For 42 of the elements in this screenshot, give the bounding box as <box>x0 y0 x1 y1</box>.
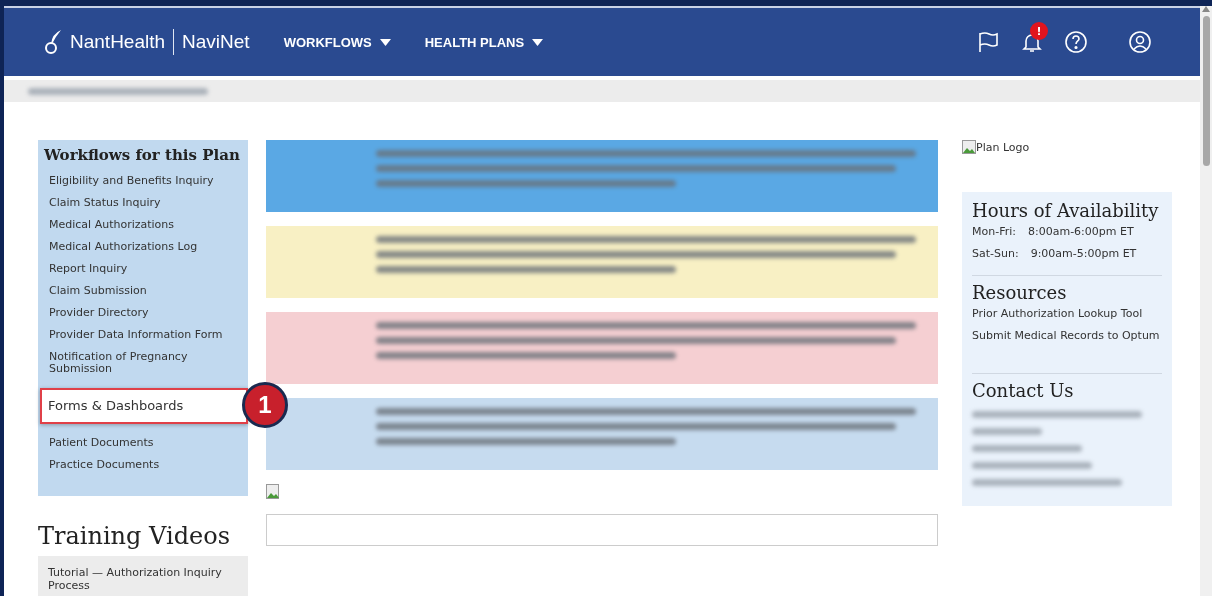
days-label: Sat-Sun: <box>972 246 1019 262</box>
broken-image-icon <box>962 140 976 154</box>
step-number-badge: 1 <box>242 382 288 428</box>
workflow-link[interactable]: Medical Authorizations <box>38 214 248 236</box>
product-name: NaviNet <box>182 31 250 53</box>
workflow-link[interactable]: Notification of Pregnancy Submission <box>38 346 248 380</box>
brand-name: NantHealth <box>70 31 166 53</box>
broken-image-icon <box>266 484 280 500</box>
panel-title: Workflows for this Plan <box>43 146 241 164</box>
help-icon[interactable] <box>1064 30 1088 54</box>
hours-value: 9:00am-5:00pm ET <box>1030 246 1137 262</box>
workflow-link[interactable]: Forms & Dashboards <box>40 388 248 424</box>
workflow-link[interactable]: Provider Directory <box>38 302 248 324</box>
workflow-link[interactable]: Eligibility and Benefits Inquiry <box>38 170 248 192</box>
resource-link[interactable]: Prior Authorization Lookup Tool <box>972 303 1162 325</box>
resource-link[interactable]: Submit Medical Records to Optum <box>972 325 1162 347</box>
user-icon[interactable] <box>1128 30 1152 54</box>
workflow-link[interactable]: Patient Documents <box>38 432 248 454</box>
quill-logo-icon <box>44 28 62 56</box>
flag-icon[interactable] <box>976 30 1000 54</box>
caret-icon <box>379 38 391 46</box>
scrollbar[interactable] <box>1200 6 1212 596</box>
video-link[interactable]: Tutorial — Authorization Inquiry Process <box>38 556 248 596</box>
section-title: Hours of Availability <box>972 200 1160 221</box>
section-title: Training Videos <box>38 522 231 550</box>
scroll-up-arrow-icon[interactable] <box>1202 6 1210 12</box>
image-alt-text: Plan Logo <box>976 140 1030 154</box>
workflow-link[interactable]: Medical Authorizations Log <box>38 236 248 258</box>
nav-menu[interactable]: HEALTH PLANS <box>424 34 544 50</box>
workflow-link[interactable]: Report Inquiry <box>38 258 248 280</box>
workflow-link[interactable]: Claim Status Inquiry <box>38 192 248 214</box>
section-title: Resources <box>972 282 1068 303</box>
section-title: Contact Us <box>972 380 1075 401</box>
caret-icon <box>532 38 544 46</box>
workflow-link[interactable]: Claim Submission <box>38 280 248 302</box>
notification-badge: ! <box>1030 22 1048 40</box>
workflow-link[interactable]: Provider Data Information Form <box>38 324 248 346</box>
nav-menu[interactable]: WORKFLOWS <box>283 34 391 50</box>
hours-value: 8:00am-6:00pm ET <box>1028 224 1134 240</box>
scrollbar-thumb[interactable] <box>1202 16 1210 166</box>
workflow-link[interactable]: Practice Documents <box>38 454 248 476</box>
days-label: Mon-Fri: <box>972 224 1016 240</box>
